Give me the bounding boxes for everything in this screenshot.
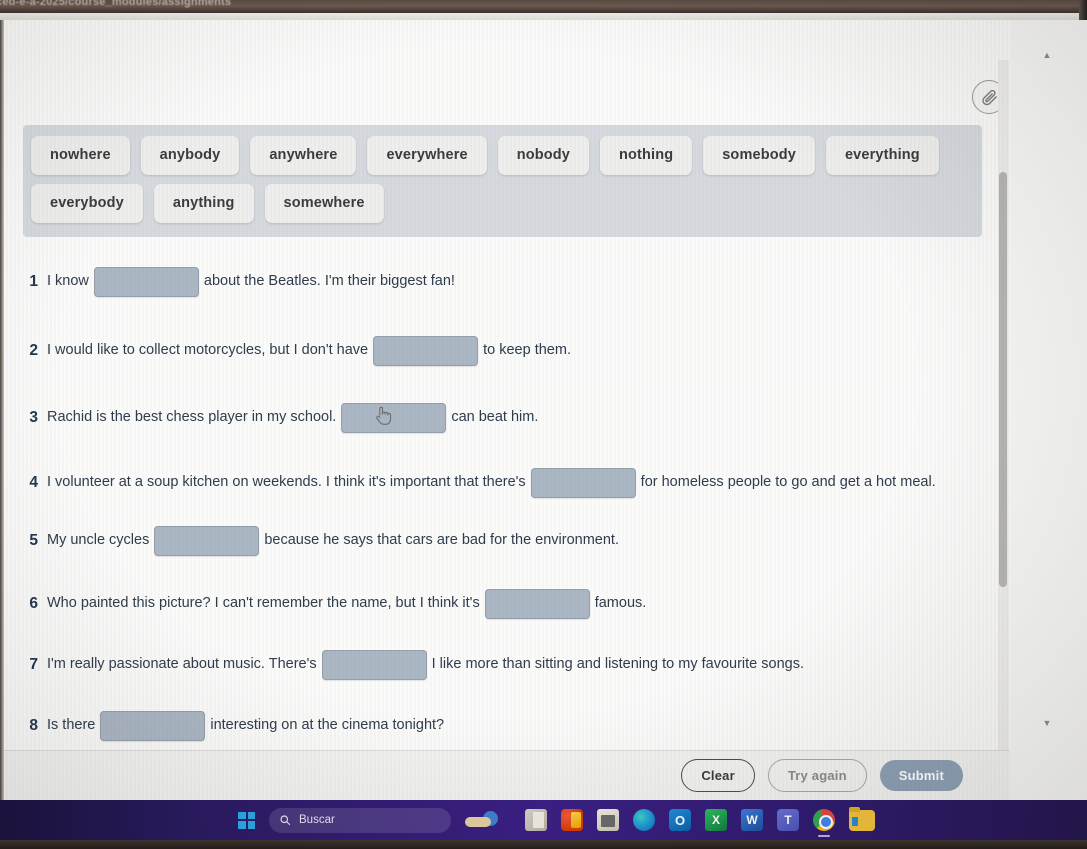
answer-blank[interactable] <box>93 266 199 297</box>
question-text: I volunteer at a soup kitchen on weekend… <box>47 466 936 499</box>
question-item: 8 Is there interesting on at the cinema to… <box>0 709 1000 742</box>
try-again-button[interactable]: Try again <box>767 759 867 792</box>
office-icon[interactable] <box>561 809 583 831</box>
sentence-fragment: Is there <box>47 717 96 733</box>
sentence-fragment: for homeless people to go and get a hot … <box>640 474 936 490</box>
answer-blank[interactable] <box>373 335 479 366</box>
question-text: I would like to collect motorcycles, but… <box>47 334 571 367</box>
microsoft-store-icon[interactable] <box>597 809 619 831</box>
word-chip[interactable]: anybody <box>140 136 240 175</box>
question-text: Is there interesting on at the cinema ton… <box>47 709 444 742</box>
search-icon <box>280 815 291 826</box>
word-chip[interactable]: nowhere <box>31 136 130 175</box>
weather-widget-icon[interactable] <box>465 809 511 831</box>
sentence-fragment: I would like to collect motorcycles, but… <box>47 342 369 358</box>
answer-blank[interactable] <box>321 649 427 680</box>
question-item: 3 Rachid is the best chess player in my s… <box>0 401 1000 434</box>
browser-scrollbar-track[interactable] <box>1040 60 1054 760</box>
word-chip[interactable]: everywhere <box>367 136 487 175</box>
answer-blank[interactable] <box>341 402 447 433</box>
question-text: Who painted this picture? I can't rememb… <box>47 587 646 620</box>
sentence-fragment: Rachid is the best chess player in my sc… <box>47 409 337 425</box>
sentence-fragment: because he says that cars are bad for th… <box>264 532 619 548</box>
question-text: Rachid is the best chess player in my sc… <box>47 401 538 434</box>
word-bank: nowhere anybody anywhere everywhere nobody no… <box>23 125 982 237</box>
sentence-fragment: My uncle cycles <box>47 532 150 548</box>
sentence-fragment: interesting on at the cinema tonight? <box>210 717 445 733</box>
sentence-fragment: can beat him. <box>451 409 539 425</box>
word-chip[interactable]: anything <box>153 184 254 223</box>
word-icon[interactable] <box>741 809 763 831</box>
teams-icon[interactable] <box>777 809 799 831</box>
bezel-gloss <box>0 13 1087 20</box>
answer-blank[interactable] <box>484 588 590 619</box>
word-chip[interactable]: somewhere <box>264 184 384 223</box>
url-text: ced-e-a-2025/course_modules/assignments <box>0 0 232 8</box>
windows-taskbar: Buscar <box>0 800 1087 840</box>
active-app-indicator <box>818 835 830 837</box>
question-number: 1 <box>29 273 38 290</box>
action-bar: Clear Try again Submit <box>0 750 1010 800</box>
screen-content: nowhere anybody anywhere everywhere nobody no… <box>0 20 1087 800</box>
question-item: 4 I volunteer at a soup kitchen on weeken… <box>0 466 1000 499</box>
word-chip[interactable]: somebody <box>703 136 815 175</box>
question-text: I know about the Beatles. I'm their bigge… <box>47 265 455 298</box>
search-placeholder-text: Buscar <box>299 814 335 826</box>
chrome-icon[interactable] <box>813 809 835 837</box>
sentence-fragment: I volunteer at a soup kitchen on weekend… <box>47 474 526 490</box>
question-text: I'm really passionate about music. There… <box>47 648 804 681</box>
question-number: 7 <box>29 656 38 673</box>
sentence-fragment: about the Beatles. I'm their biggest fan… <box>203 273 455 289</box>
scroll-up-arrow-icon[interactable]: ▲ <box>1042 50 1052 60</box>
submit-button[interactable]: Submit <box>879 760 963 791</box>
question-item: 1 I know about the Beatles. I'm their bigg… <box>0 265 1000 298</box>
screen-photograph: ced-e-a-2025/course_modules/assignments … <box>0 0 1087 849</box>
taskbar-search[interactable]: Buscar <box>269 807 451 833</box>
question-number: 2 <box>29 342 38 359</box>
word-chip[interactable]: anywhere <box>250 136 357 175</box>
question-item: 7 I'm really passionate about music. Ther… <box>0 648 1000 681</box>
sentence-fragment: I know <box>47 273 89 289</box>
exercise-scrollbar-thumb[interactable] <box>999 172 1007 587</box>
question-text: My uncle cycles because he says that cars… <box>47 524 619 557</box>
windows-start-icon[interactable] <box>238 811 255 829</box>
answer-blank[interactable] <box>100 710 206 741</box>
scroll-down-arrow-icon[interactable]: ▼ <box>1042 718 1052 728</box>
answer-blank[interactable] <box>530 467 636 498</box>
question-list: 1 I know about the Beatles. I'm their bigg… <box>0 265 1000 750</box>
word-chip[interactable]: everything <box>825 136 939 175</box>
question-number: 4 <box>29 474 38 491</box>
sentence-fragment: famous. <box>594 595 647 611</box>
question-number: 3 <box>29 409 38 426</box>
question-number: 8 <box>29 717 38 734</box>
answer-blank[interactable] <box>154 525 260 556</box>
sentence-fragment: to keep them. <box>483 342 571 358</box>
edge-icon[interactable] <box>633 809 655 831</box>
word-chip[interactable]: everybody <box>31 184 143 223</box>
clear-button[interactable]: Clear <box>681 759 755 792</box>
browser-url-bar: ced-e-a-2025/course_modules/assignments <box>0 0 1087 13</box>
word-chip[interactable]: nobody <box>497 136 590 175</box>
assignment-page: nowhere anybody anywhere everywhere nobody no… <box>0 20 1010 800</box>
excel-icon[interactable] <box>705 809 727 831</box>
photo-left-edge <box>0 20 4 800</box>
laptop-bottom-bezel <box>0 840 1087 849</box>
sentence-fragment: I like more than sitting and listening t… <box>431 656 804 672</box>
sentence-fragment: I'm really passionate about music. There… <box>47 656 317 672</box>
question-number: 5 <box>29 532 38 549</box>
word-chip[interactable]: nothing <box>600 136 693 175</box>
exercise-scroll-area[interactable]: nowhere anybody anywhere everywhere nobody no… <box>0 60 1010 750</box>
outlook-icon[interactable] <box>669 809 691 831</box>
folder-icon[interactable] <box>849 806 875 831</box>
file-explorer-icon[interactable] <box>525 809 547 831</box>
question-item: 5 My uncle cycles because he says that car… <box>0 524 1000 557</box>
sentence-fragment: Who painted this picture? I can't rememb… <box>47 595 480 611</box>
question-number: 6 <box>29 595 38 612</box>
question-item: 6 Who painted this picture? I can't remem… <box>0 587 1000 620</box>
question-item: 2 I would like to collect motorcycles, bu… <box>0 334 1000 367</box>
